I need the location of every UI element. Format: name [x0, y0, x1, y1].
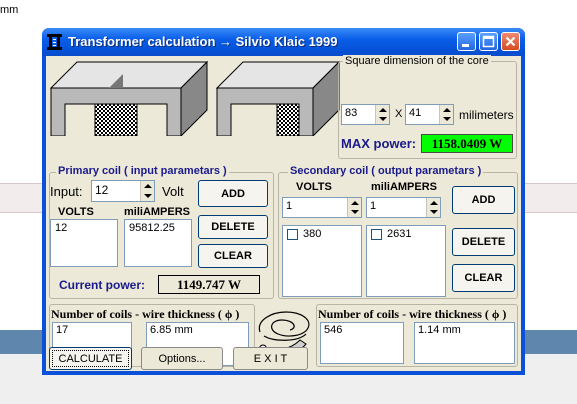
- transformer-app-icon: [47, 34, 62, 50]
- calculate-button[interactable]: CALCULATE: [49, 347, 132, 370]
- secondary-coil-title: Secondary coil ( output parametars ): [288, 165, 484, 177]
- up-arrow-icon[interactable]: [379, 108, 387, 112]
- minimize-button[interactable]: [457, 32, 476, 51]
- list-item-label: 2631: [387, 228, 412, 240]
- i-core-icon: [215, 60, 341, 136]
- primary-input-arrows[interactable]: [140, 181, 154, 201]
- minimize-icon: [462, 44, 469, 47]
- millimeters-label: milimeters: [459, 108, 514, 122]
- secondary-coils-title-text: Number of coils - wire thickness (: [318, 307, 489, 321]
- secondary-volts-arrows[interactable]: [347, 198, 361, 217]
- secondary-coils-count[interactable]: 546: [320, 322, 404, 364]
- exit-button[interactable]: E X I T: [233, 347, 308, 370]
- primary-coils-title-text: Number of coils - wire thickness (: [51, 307, 222, 321]
- max-power-label: MAX power:: [341, 136, 417, 151]
- secondary-ampers-arrows[interactable]: [426, 198, 440, 217]
- options-button[interactable]: Options...: [141, 347, 223, 370]
- primary-coil-title: Primary coil ( input parametars ): [56, 165, 229, 177]
- core-width-arrows[interactable]: [375, 105, 389, 124]
- secondary-coils-title-end: ): [502, 307, 507, 321]
- window-title: Transformer calculation → Silvio Klaic 1…: [68, 34, 338, 49]
- secondary-ampers-stepper[interactable]: 1: [366, 197, 441, 218]
- secondary-delete-button[interactable]: DELETE: [452, 228, 515, 256]
- primary-add-button[interactable]: ADD: [198, 180, 268, 207]
- times-label: X: [395, 108, 403, 120]
- up-arrow-icon[interactable]: [430, 201, 438, 205]
- secondary-volts-list[interactable]: 380: [282, 225, 362, 297]
- transformer-window: Transformer calculation → Silvio Klaic 1…: [42, 28, 525, 375]
- background-text: mm: [0, 4, 19, 16]
- list-item[interactable]: 12: [55, 222, 113, 234]
- secondary-ampers-header: miliAMPERS: [371, 181, 438, 193]
- checkbox-icon[interactable]: [287, 228, 298, 240]
- primary-coils-title-end: ): [235, 307, 240, 321]
- list-item[interactable]: 95812.25: [129, 222, 187, 234]
- e-core-icon: [49, 60, 209, 136]
- secondary-ampers-list[interactable]: 2631: [366, 225, 446, 297]
- primary-input-value: 12: [95, 183, 109, 197]
- list-item-label: 380: [303, 228, 322, 240]
- current-power-value: 1149.747 W: [158, 275, 260, 294]
- list-item[interactable]: 380: [287, 228, 357, 240]
- core-height-arrows[interactable]: [439, 105, 453, 124]
- diameter-symbol-icon: ϕ: [224, 307, 233, 321]
- primary-ampers-list[interactable]: 95812.25: [124, 219, 192, 267]
- close-button[interactable]: [501, 32, 520, 51]
- core-width-value: 83: [345, 107, 358, 119]
- secondary-add-button[interactable]: ADD: [452, 186, 515, 214]
- volt-label: Volt: [162, 184, 184, 199]
- diameter-symbol-icon: ϕ: [491, 307, 500, 321]
- primary-ampers-header: miliAMPERS: [124, 206, 191, 218]
- maximize-icon: [482, 35, 495, 48]
- core-height-value: 41: [409, 107, 422, 119]
- down-arrow-icon[interactable]: [144, 194, 152, 198]
- core-height-stepper[interactable]: 41: [405, 104, 454, 125]
- primary-clear-button[interactable]: CLEAR: [198, 244, 268, 268]
- input-label: Input:: [50, 184, 83, 199]
- primary-volts-header: VOLTS: [58, 206, 94, 218]
- secondary-volts-header: VOLTS: [296, 181, 332, 193]
- secondary-coils-title: Number of coils - wire thickness ( ϕ ): [318, 307, 506, 322]
- list-item[interactable]: 2631: [371, 228, 441, 240]
- current-power-label: Current power:: [59, 278, 146, 292]
- down-arrow-icon[interactable]: [443, 117, 451, 121]
- primary-input-stepper[interactable]: 12: [91, 180, 155, 202]
- window-client-area: Square dimension of the core 83 X 41 mil…: [46, 55, 521, 371]
- title-bar[interactable]: Transformer calculation → Silvio Klaic 1…: [42, 28, 525, 56]
- down-arrow-icon[interactable]: [430, 210, 438, 214]
- max-power-value: 1158.0409 W: [421, 134, 513, 153]
- primary-coils-title: Number of coils - wire thickness ( ϕ ): [51, 307, 239, 322]
- secondary-volts-stepper[interactable]: 1: [282, 197, 362, 218]
- secondary-ampers-input: 1: [370, 200, 377, 212]
- checkbox-icon[interactable]: [371, 228, 382, 240]
- down-arrow-icon[interactable]: [351, 210, 359, 214]
- close-icon: [505, 36, 516, 47]
- up-arrow-icon[interactable]: [443, 108, 451, 112]
- up-arrow-icon[interactable]: [144, 184, 152, 188]
- core-width-stepper[interactable]: 83: [341, 104, 390, 125]
- down-arrow-icon[interactable]: [379, 117, 387, 121]
- maximize-button[interactable]: [479, 32, 498, 51]
- up-arrow-icon[interactable]: [351, 201, 359, 205]
- secondary-wire-thickness[interactable]: 1.14 mm: [414, 322, 515, 364]
- primary-delete-button[interactable]: DELETE: [198, 215, 268, 239]
- core-dimension-title: Square dimension of the core: [343, 55, 491, 67]
- secondary-volts-input: 1: [286, 200, 293, 212]
- primary-volts-list[interactable]: 12: [50, 219, 118, 267]
- secondary-clear-button[interactable]: CLEAR: [452, 264, 515, 292]
